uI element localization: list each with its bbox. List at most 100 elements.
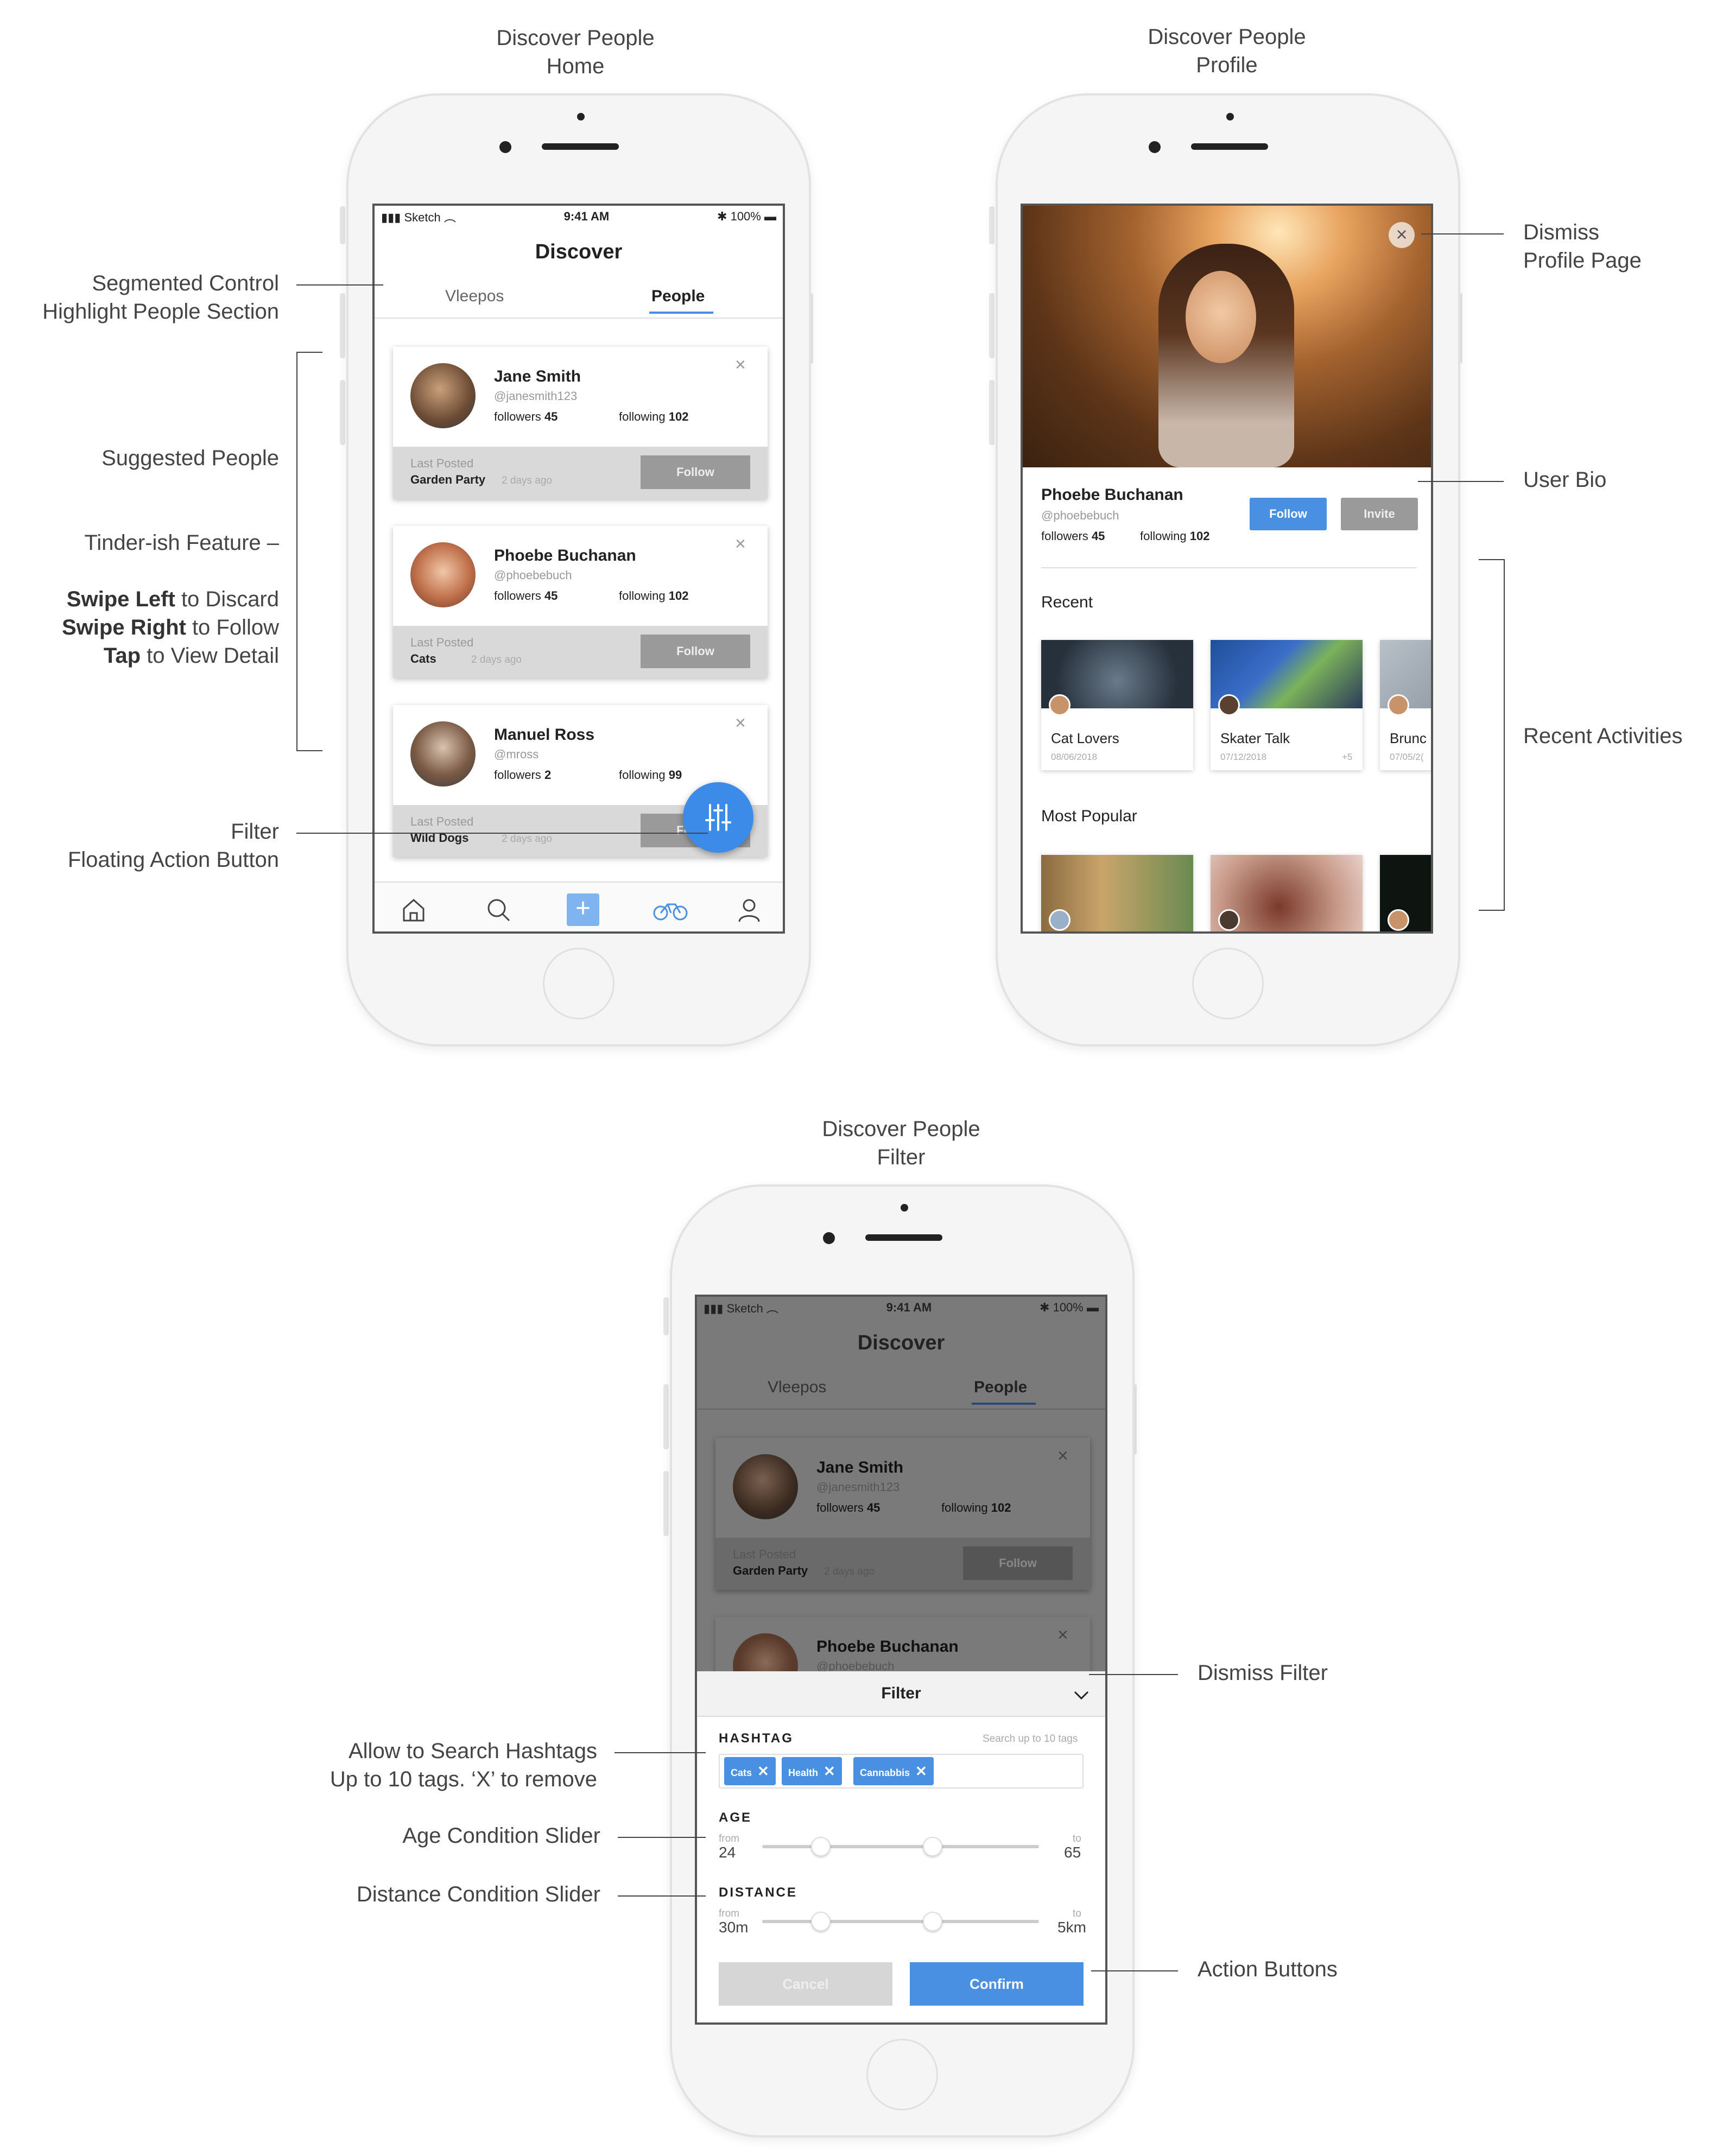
close-icon[interactable]: ✕ [757, 1763, 769, 1779]
clock: 9:41 AM [563, 210, 610, 223]
card-footer: Last Posted Garden Party 2 days ago Foll… [393, 447, 768, 499]
segment-vleepos: Vleepos [768, 1378, 827, 1396]
age-label: AGE [719, 1810, 752, 1825]
person-card[interactable]: Phoebe Buchanan @phoebebuch followers 45… [393, 526, 768, 678]
side-button [989, 206, 994, 244]
close-icon[interactable]: ✕ [824, 1763, 835, 1779]
annotation-line [618, 1895, 706, 1897]
posted-ago: 2 days ago [824, 1566, 875, 1577]
bike-icon[interactable] [651, 893, 689, 926]
profile-follow-button[interactable]: Follow [1250, 498, 1327, 530]
popular-card[interactable] [1211, 855, 1363, 931]
annotation-swipe-right: Swipe Right to Follow [61, 616, 279, 639]
popular-label: Most Popular [1041, 807, 1137, 825]
person-name: Manuel Ross [494, 726, 595, 744]
last-posted-label: Last Posted [733, 1548, 796, 1561]
annotation-line [1089, 1674, 1178, 1675]
profile-handle: @phoebebuch [1041, 509, 1119, 522]
tag-chip[interactable]: Cats ✕ [724, 1757, 776, 1785]
card-footer: Last Posted Garden Party 2 days ago Foll… [715, 1538, 1090, 1590]
recent-card[interactable]: Brunc 07/05/2( [1380, 640, 1431, 770]
home-button[interactable] [1192, 948, 1264, 1019]
close-icon[interactable]: × [735, 354, 746, 376]
clock: 9:41 AM [886, 1301, 932, 1314]
person-name: Jane Smith [494, 367, 581, 385]
side-button [663, 1297, 669, 1335]
avatar [1049, 909, 1070, 931]
side-button [663, 1384, 669, 1449]
distance-slider[interactable] [762, 1920, 1039, 1923]
filter-fab[interactable] [683, 782, 753, 853]
person-handle: @janesmith123 [494, 389, 578, 403]
last-posted-value: Cats [410, 652, 436, 665]
annotation-line [1418, 481, 1504, 482]
annotation-line [618, 1837, 706, 1838]
annotation-suggested: Suggested People [102, 446, 279, 470]
distance-slider-max-handle[interactable] [923, 1912, 942, 1931]
tag-chip[interactable]: Health ✕ [782, 1757, 842, 1785]
profile-invite-button[interactable]: Invite [1341, 498, 1418, 530]
posted-ago: 2 days ago [471, 654, 522, 665]
home-button[interactable] [543, 948, 615, 1019]
side-button [663, 1471, 669, 1536]
side-button [340, 206, 345, 244]
close-icon[interactable]: × [735, 534, 746, 555]
person-handle: @phoebebuch [494, 568, 572, 582]
distance-slider-min-handle[interactable] [811, 1912, 831, 1931]
popular-card[interactable] [1380, 855, 1431, 931]
annotation-fab: Filter Floating Action Button [67, 820, 279, 872]
divider [697, 1409, 1105, 1410]
age-to-value: 65 [1064, 1844, 1081, 1861]
annotation-dismiss-filter: Dismiss Filter [1198, 1661, 1328, 1685]
profile-photo [1023, 206, 1431, 467]
home-icon[interactable] [397, 893, 430, 926]
age-slider-min-handle[interactable] [811, 1837, 831, 1856]
age-slider[interactable] [762, 1845, 1039, 1848]
filter-title: Discover People Filter [822, 1117, 980, 1169]
carrier: ▮▮▮ Sketch ︵ [704, 1302, 778, 1315]
distance-to-label: to [1073, 1908, 1081, 1919]
distance-from-value: 30m [719, 1919, 749, 1936]
hashtag-input[interactable]: Cats ✕ Health ✕ Cannabbis ✕ [719, 1754, 1084, 1789]
avatar [1388, 694, 1409, 716]
last-posted-value: Garden Party [733, 1564, 808, 1577]
tag-chip[interactable]: Cannabbis ✕ [853, 1757, 934, 1785]
nav-title: Discover [535, 240, 623, 263]
avatar [1218, 694, 1240, 716]
following: following 102 [619, 589, 689, 603]
avatar [733, 1454, 798, 1519]
add-icon[interactable]: + [567, 893, 599, 926]
follow-button[interactable]: Follow [641, 635, 750, 668]
close-icon[interactable]: ✕ [915, 1763, 927, 1779]
close-icon[interactable]: × [735, 713, 746, 734]
followers: followers 45 [494, 589, 558, 603]
follow-button: Follow [963, 1546, 1073, 1580]
avatar [1049, 694, 1070, 716]
annotation-bracket-top [1479, 559, 1505, 560]
chevron-down-icon[interactable] [1072, 1685, 1091, 1705]
person-card[interactable]: Jane Smith @janesmith123 followers 45 fo… [393, 347, 768, 499]
age-slider-max-handle[interactable] [923, 1837, 942, 1856]
card-footer: Last Posted Cats 2 days ago Follow [393, 626, 768, 678]
annotation-dismiss-profile: Dismiss Profile Page [1523, 220, 1642, 272]
recent-card[interactable]: Cat Lovers 08/06/2018 [1041, 640, 1193, 770]
recent-card[interactable]: Skater Talk 07/12/2018 +5 [1211, 640, 1363, 770]
home-button[interactable] [866, 2039, 938, 2110]
confirm-button[interactable]: Confirm [910, 1962, 1084, 2006]
segment-vleepos[interactable]: Vleepos [445, 287, 504, 306]
tab-bar: + [375, 882, 783, 931]
avatar [410, 542, 476, 607]
distance-to-value: 5km [1057, 1919, 1086, 1936]
recent-label: Recent [1041, 593, 1093, 611]
search-icon[interactable] [482, 893, 515, 926]
cancel-button[interactable]: Cancel [719, 1962, 892, 2006]
annotation-tinder: Tinder-ish Feature – [84, 531, 279, 555]
dismiss-profile-button[interactable]: × [1389, 222, 1415, 248]
annotation-line [1421, 233, 1504, 234]
segment-people[interactable]: People [651, 287, 705, 306]
follow-button[interactable]: Follow [641, 455, 750, 489]
annotation-swipe-left: Swipe Left to Discard [66, 587, 279, 611]
popular-card[interactable] [1041, 855, 1193, 931]
last-posted-value: Garden Party [410, 473, 486, 486]
profile-icon[interactable] [733, 893, 765, 926]
